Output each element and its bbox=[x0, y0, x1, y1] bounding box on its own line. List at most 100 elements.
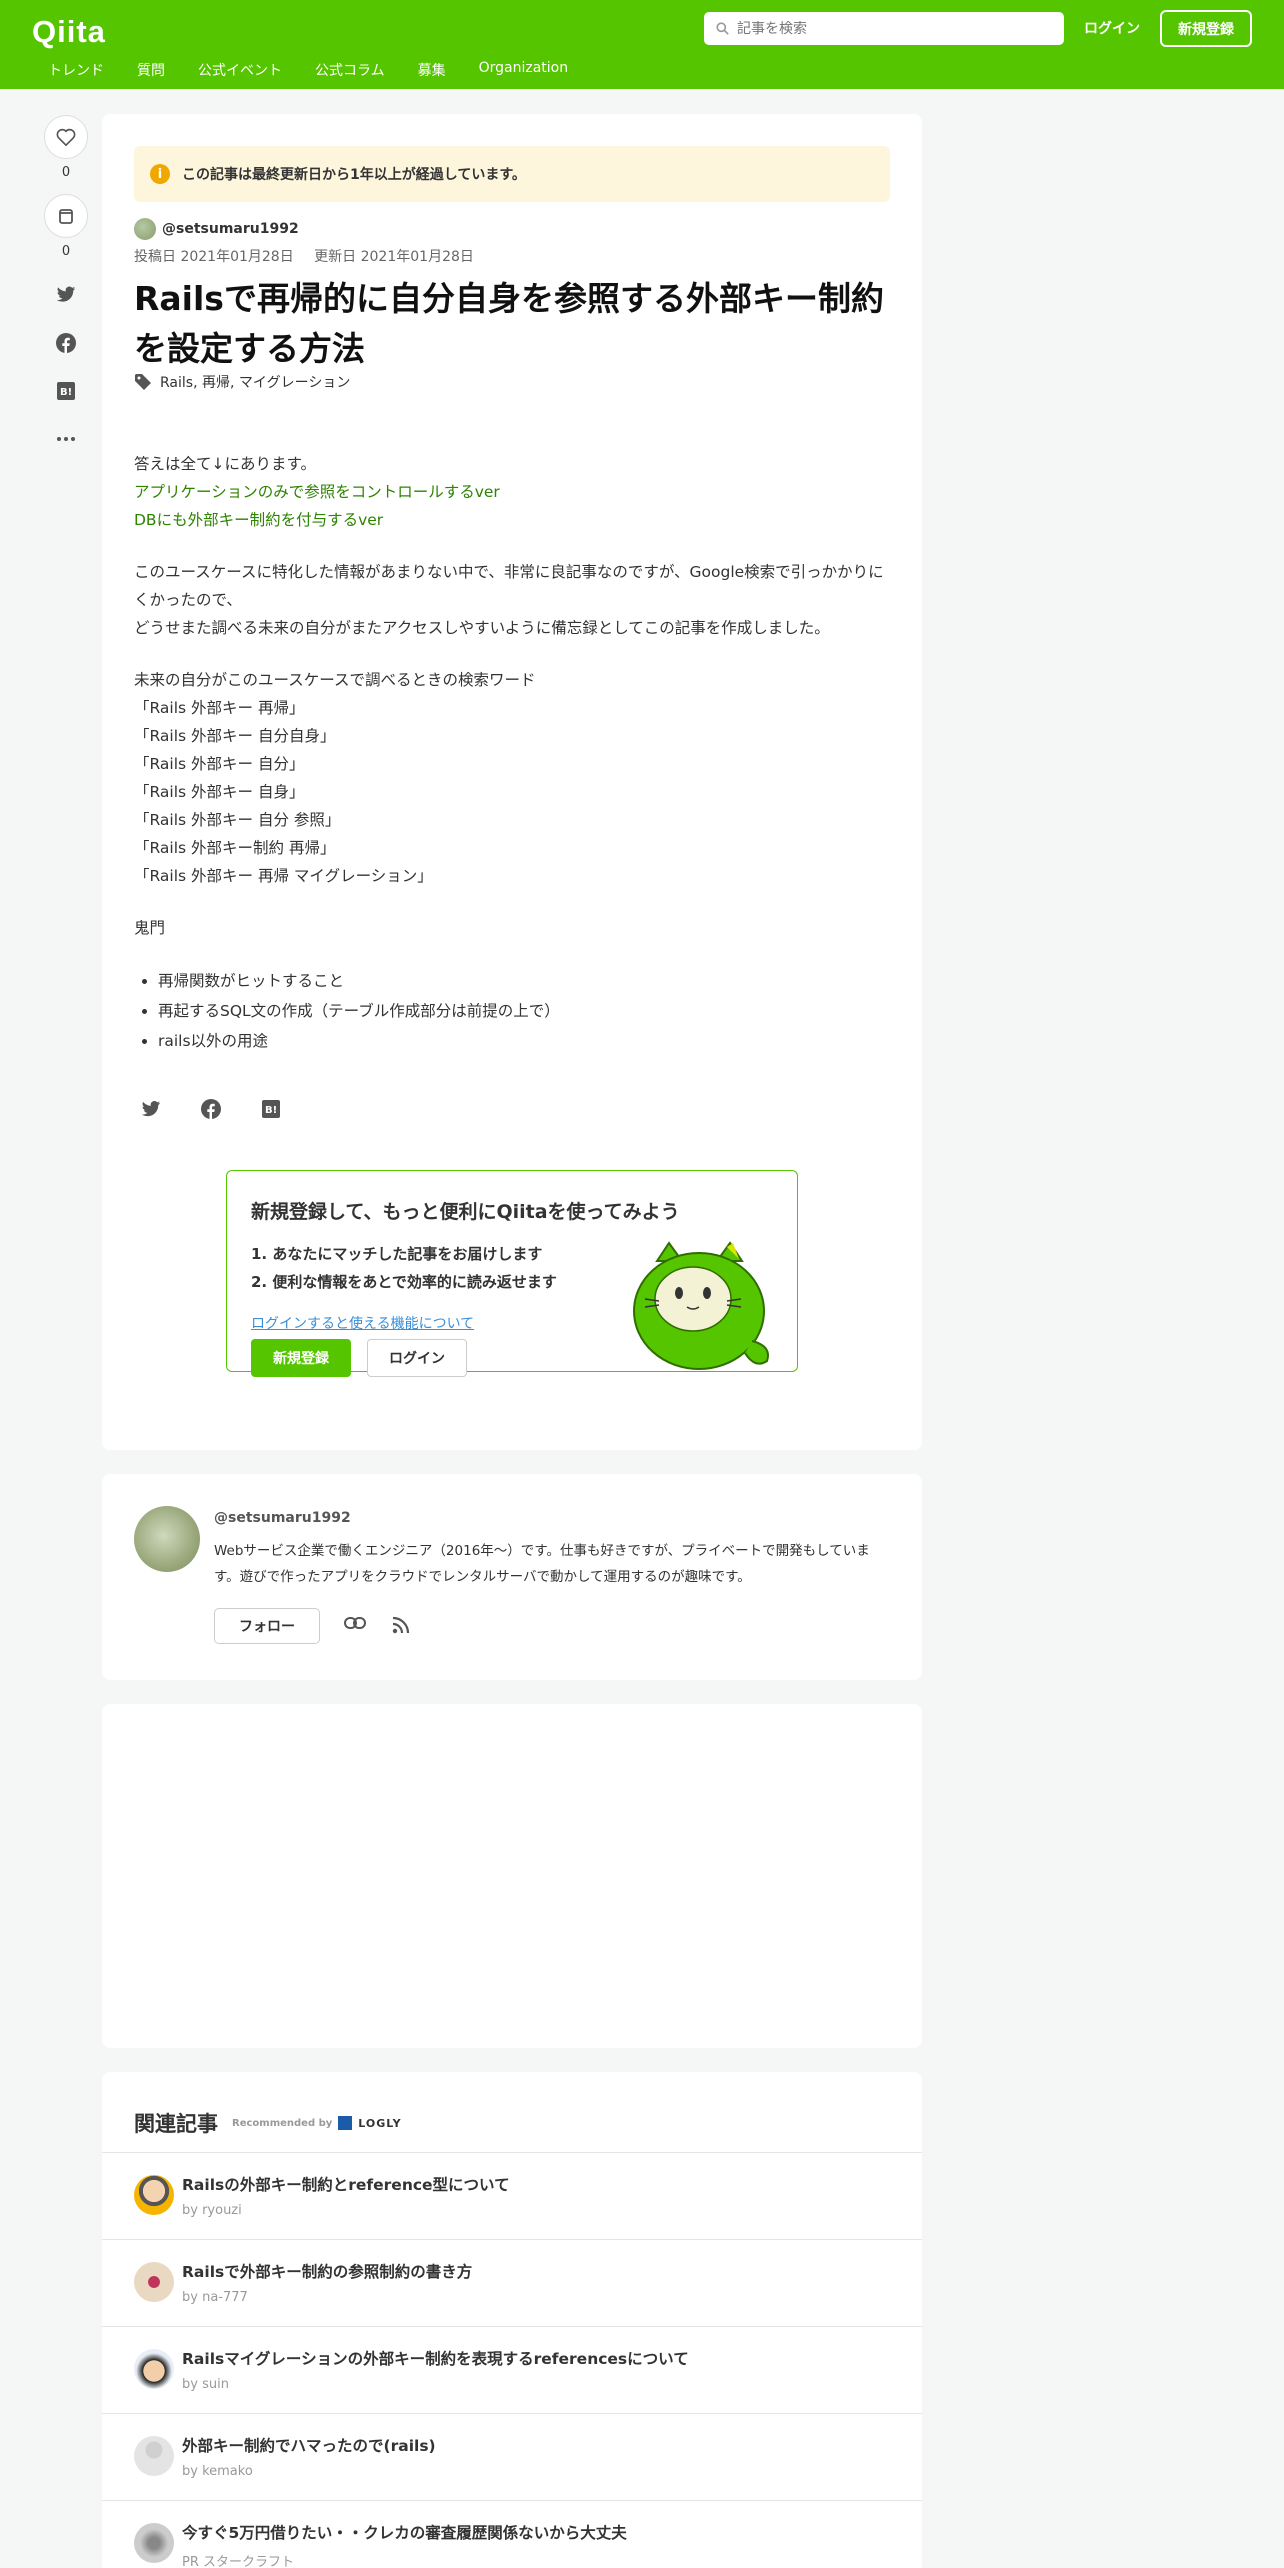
facebook-icon bbox=[56, 333, 76, 353]
related-list: Railsの外部キー制約とreference型について by ryouzi Ra… bbox=[102, 2152, 922, 2568]
search-icon bbox=[716, 22, 729, 35]
qiitan-mascot-icon bbox=[633, 1241, 769, 1370]
info-icon: i bbox=[150, 164, 170, 184]
related-author: by ryouzi bbox=[182, 2203, 242, 2218]
svg-text:B!: B! bbox=[60, 387, 72, 398]
list-item[interactable]: 今すぐ5万円借りたい・・クレカの審査履歴関係ないから大丈夫 PR スタークラフト bbox=[102, 2500, 922, 2568]
stock-count: 0 bbox=[61, 244, 71, 259]
tags-text[interactable]: Rails, 再帰, マイグレーション bbox=[160, 372, 350, 392]
keyword-line: 「Rails 外部キー 再帰」 bbox=[134, 699, 305, 717]
bottom-facebook-share[interactable] bbox=[198, 1096, 224, 1122]
like-button[interactable] bbox=[44, 115, 88, 159]
related-avatar bbox=[134, 2523, 174, 2563]
hatena-bookmark-icon: B! bbox=[57, 382, 75, 400]
follow-button[interactable]: フォロー bbox=[214, 1608, 320, 1644]
related-title[interactable]: Railsで外部キー制約の参照制約の書き方 bbox=[182, 2260, 472, 2282]
logly-text: LOGLY bbox=[358, 2116, 402, 2130]
bottom-hatena-share[interactable]: B! bbox=[258, 1096, 284, 1122]
signup-promo: 新規登録して、もっと便利にQiitaを使ってみよう 1. あなたにマッチした記事… bbox=[226, 1170, 798, 1377]
logly-mark-icon bbox=[338, 2116, 353, 2130]
author-row: @setsumaru1992 bbox=[134, 218, 299, 240]
list-item[interactable]: Railsマイグレーションの外部キー制約を表現するreferencesについて … bbox=[102, 2326, 922, 2413]
article-link-app[interactable]: アプリケーションのみで参照をコントロールするver bbox=[134, 478, 894, 506]
profile-name[interactable]: @setsumaru1992 bbox=[214, 1510, 351, 1526]
related-title[interactable]: 外部キー制約でハマったので(rails) bbox=[182, 2434, 436, 2456]
more-menu[interactable] bbox=[44, 417, 88, 461]
keyword-line: 「Rails 外部キー 再帰 マイグレーション」 bbox=[134, 867, 433, 885]
more-dots-icon bbox=[57, 437, 75, 441]
twitter-icon bbox=[141, 1100, 161, 1116]
profile-description: Webサービス企業で働くエンジニア（2016年～）です。仕事も好きですが、プライ… bbox=[214, 1543, 870, 1585]
facebook-icon bbox=[201, 1099, 221, 1119]
search-box[interactable] bbox=[704, 12, 1064, 45]
profile-avatar[interactable] bbox=[134, 1506, 200, 1572]
article-dates: 投稿日 2021年01月28日 更新日 2021年01月28日 bbox=[134, 246, 490, 266]
list-item[interactable]: Railsで外部キー制約の参照制約の書き方 by na-777 bbox=[102, 2239, 922, 2326]
stock-icon bbox=[59, 209, 73, 224]
list-item[interactable]: 外部キー制約でハマったので(rails) by kemako bbox=[102, 2413, 922, 2500]
nav-organization[interactable]: Organization bbox=[479, 60, 569, 80]
article-actions: 0 0 B! bbox=[44, 115, 88, 465]
nav-questions[interactable]: 質問 bbox=[137, 60, 165, 80]
nav-columns[interactable]: 公式コラム bbox=[315, 60, 385, 80]
article-title: Railsで再帰的に自分自身を参照する外部キー制約を設定する方法 bbox=[134, 279, 884, 368]
kimon-text: 鬼門 bbox=[134, 919, 166, 937]
related-title[interactable]: Railsマイグレーションの外部キー制約を表現するreferencesについて bbox=[182, 2347, 689, 2369]
related-heading-row: 関連記事 Recommended by LOGLY bbox=[134, 2108, 402, 2138]
bullet-list: 再帰関数がヒットすること 再起するSQL文の作成（テーブル作成部分は前提の上で）… bbox=[158, 966, 894, 1056]
keyword-line: 「Rails 外部キー制約 再帰」 bbox=[134, 839, 336, 857]
logly-logo: LOGLY bbox=[338, 2116, 401, 2130]
tag-icon bbox=[135, 374, 151, 390]
list-item[interactable]: Railsの外部キー制約とreference型について by ryouzi bbox=[102, 2152, 922, 2239]
rss-icon[interactable] bbox=[392, 1616, 410, 1634]
bottom-twitter-share[interactable] bbox=[138, 1096, 164, 1122]
qiita-logo[interactable]: Qiita bbox=[32, 14, 106, 50]
related-heading: 関連記事 bbox=[134, 2112, 218, 2136]
like-count: 0 bbox=[61, 165, 71, 180]
article-link-db[interactable]: DBにも外部キー制約を付与するver bbox=[134, 506, 894, 534]
global-header: Qiita ログイン 新規登録 トレンド 質問 公式イベント 公式コラム 募集 … bbox=[0, 0, 1284, 89]
related-avatar bbox=[134, 2436, 174, 2476]
author-avatar[interactable] bbox=[134, 218, 156, 240]
related-author: by suin bbox=[182, 2377, 229, 2392]
hatena-share[interactable]: B! bbox=[44, 369, 88, 413]
related-author: by na-777 bbox=[182, 2290, 248, 2305]
bottom-share-row: B! bbox=[138, 1096, 284, 1122]
keyword-line: 「Rails 外部キー 自分 参照」 bbox=[134, 811, 341, 829]
recommended-by-label: Recommended by bbox=[232, 2117, 333, 2129]
link-icon[interactable] bbox=[344, 1616, 366, 1630]
promo-point-2: 2. 便利な情報をあとで効率的に読み返せます bbox=[251, 1273, 557, 1291]
posted-date: 投稿日 2021年01月28日 bbox=[134, 249, 294, 265]
related-avatar bbox=[134, 2262, 174, 2302]
search-input[interactable] bbox=[737, 20, 1037, 37]
outdated-notice: i この記事は最終更新日から1年以上が経過しています。 bbox=[134, 146, 890, 202]
login-link[interactable]: ログイン bbox=[1084, 18, 1140, 38]
twitter-share[interactable] bbox=[44, 273, 88, 317]
signup-button[interactable]: 新規登録 bbox=[1160, 10, 1252, 47]
related-title[interactable]: Railsの外部キー制約とreference型について bbox=[182, 2173, 510, 2195]
article-body: 答えは全て↓にあります。 アプリケーションのみで参照をコントロールするver D… bbox=[134, 450, 894, 1080]
nav-recruit[interactable]: 募集 bbox=[418, 60, 446, 80]
related-author: PR スタークラフト bbox=[182, 2555, 295, 2568]
svg-text:B!: B! bbox=[265, 1105, 277, 1116]
nav-events[interactable]: 公式イベント bbox=[198, 60, 282, 80]
list-item: rails以外の用途 bbox=[158, 1026, 894, 1056]
nav-trend[interactable]: トレンド bbox=[48, 60, 104, 80]
related-title[interactable]: 今すぐ5万円借りたい・・クレカの審査履歴関係ないから大丈夫 bbox=[182, 2521, 627, 2543]
updated-date: 更新日 2021年01月28日 bbox=[314, 249, 474, 265]
keyword-line: 「Rails 外部キー 自分自身」 bbox=[134, 727, 336, 745]
related-avatar bbox=[134, 2349, 174, 2389]
global-nav: トレンド 質問 公式イベント 公式コラム 募集 Organization bbox=[48, 60, 601, 80]
related-avatar bbox=[134, 2175, 174, 2215]
notice-text: この記事は最終更新日から1年以上が経過しています。 bbox=[182, 167, 526, 183]
ad-slot bbox=[102, 1704, 922, 2048]
author-name[interactable]: @setsumaru1992 bbox=[162, 221, 299, 237]
promo-signup-button[interactable]: 新規登録 bbox=[251, 1339, 351, 1377]
promo-login-button[interactable]: ログイン bbox=[367, 1339, 467, 1377]
facebook-share[interactable] bbox=[44, 321, 88, 365]
promo-features-link[interactable]: ログインすると使える機能について bbox=[251, 1313, 474, 1333]
keyword-line: 「Rails 外部キー 自身」 bbox=[134, 783, 305, 801]
list-item: 再帰関数がヒットすること bbox=[158, 966, 894, 996]
related-articles: 関連記事 Recommended by LOGLY Railsの外部キー制約とr… bbox=[102, 2072, 922, 2568]
stock-button[interactable] bbox=[44, 194, 88, 238]
